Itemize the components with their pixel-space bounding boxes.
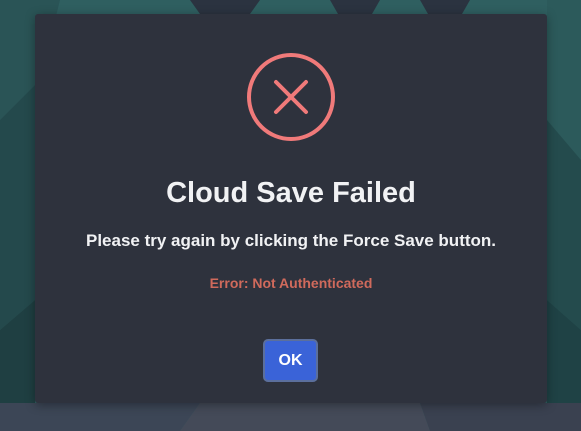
dialog-message: Please try again by clicking the Force S…: [85, 231, 497, 250]
x-circle-icon: [246, 52, 336, 142]
error-text: Error: Not Authenticated: [209, 275, 373, 291]
ok-button[interactable]: OK: [263, 339, 318, 382]
dialog-title: Cloud Save Failed: [166, 177, 416, 209]
cloud-save-error-dialog: Cloud Save Failed Please try again by cl…: [35, 14, 547, 403]
